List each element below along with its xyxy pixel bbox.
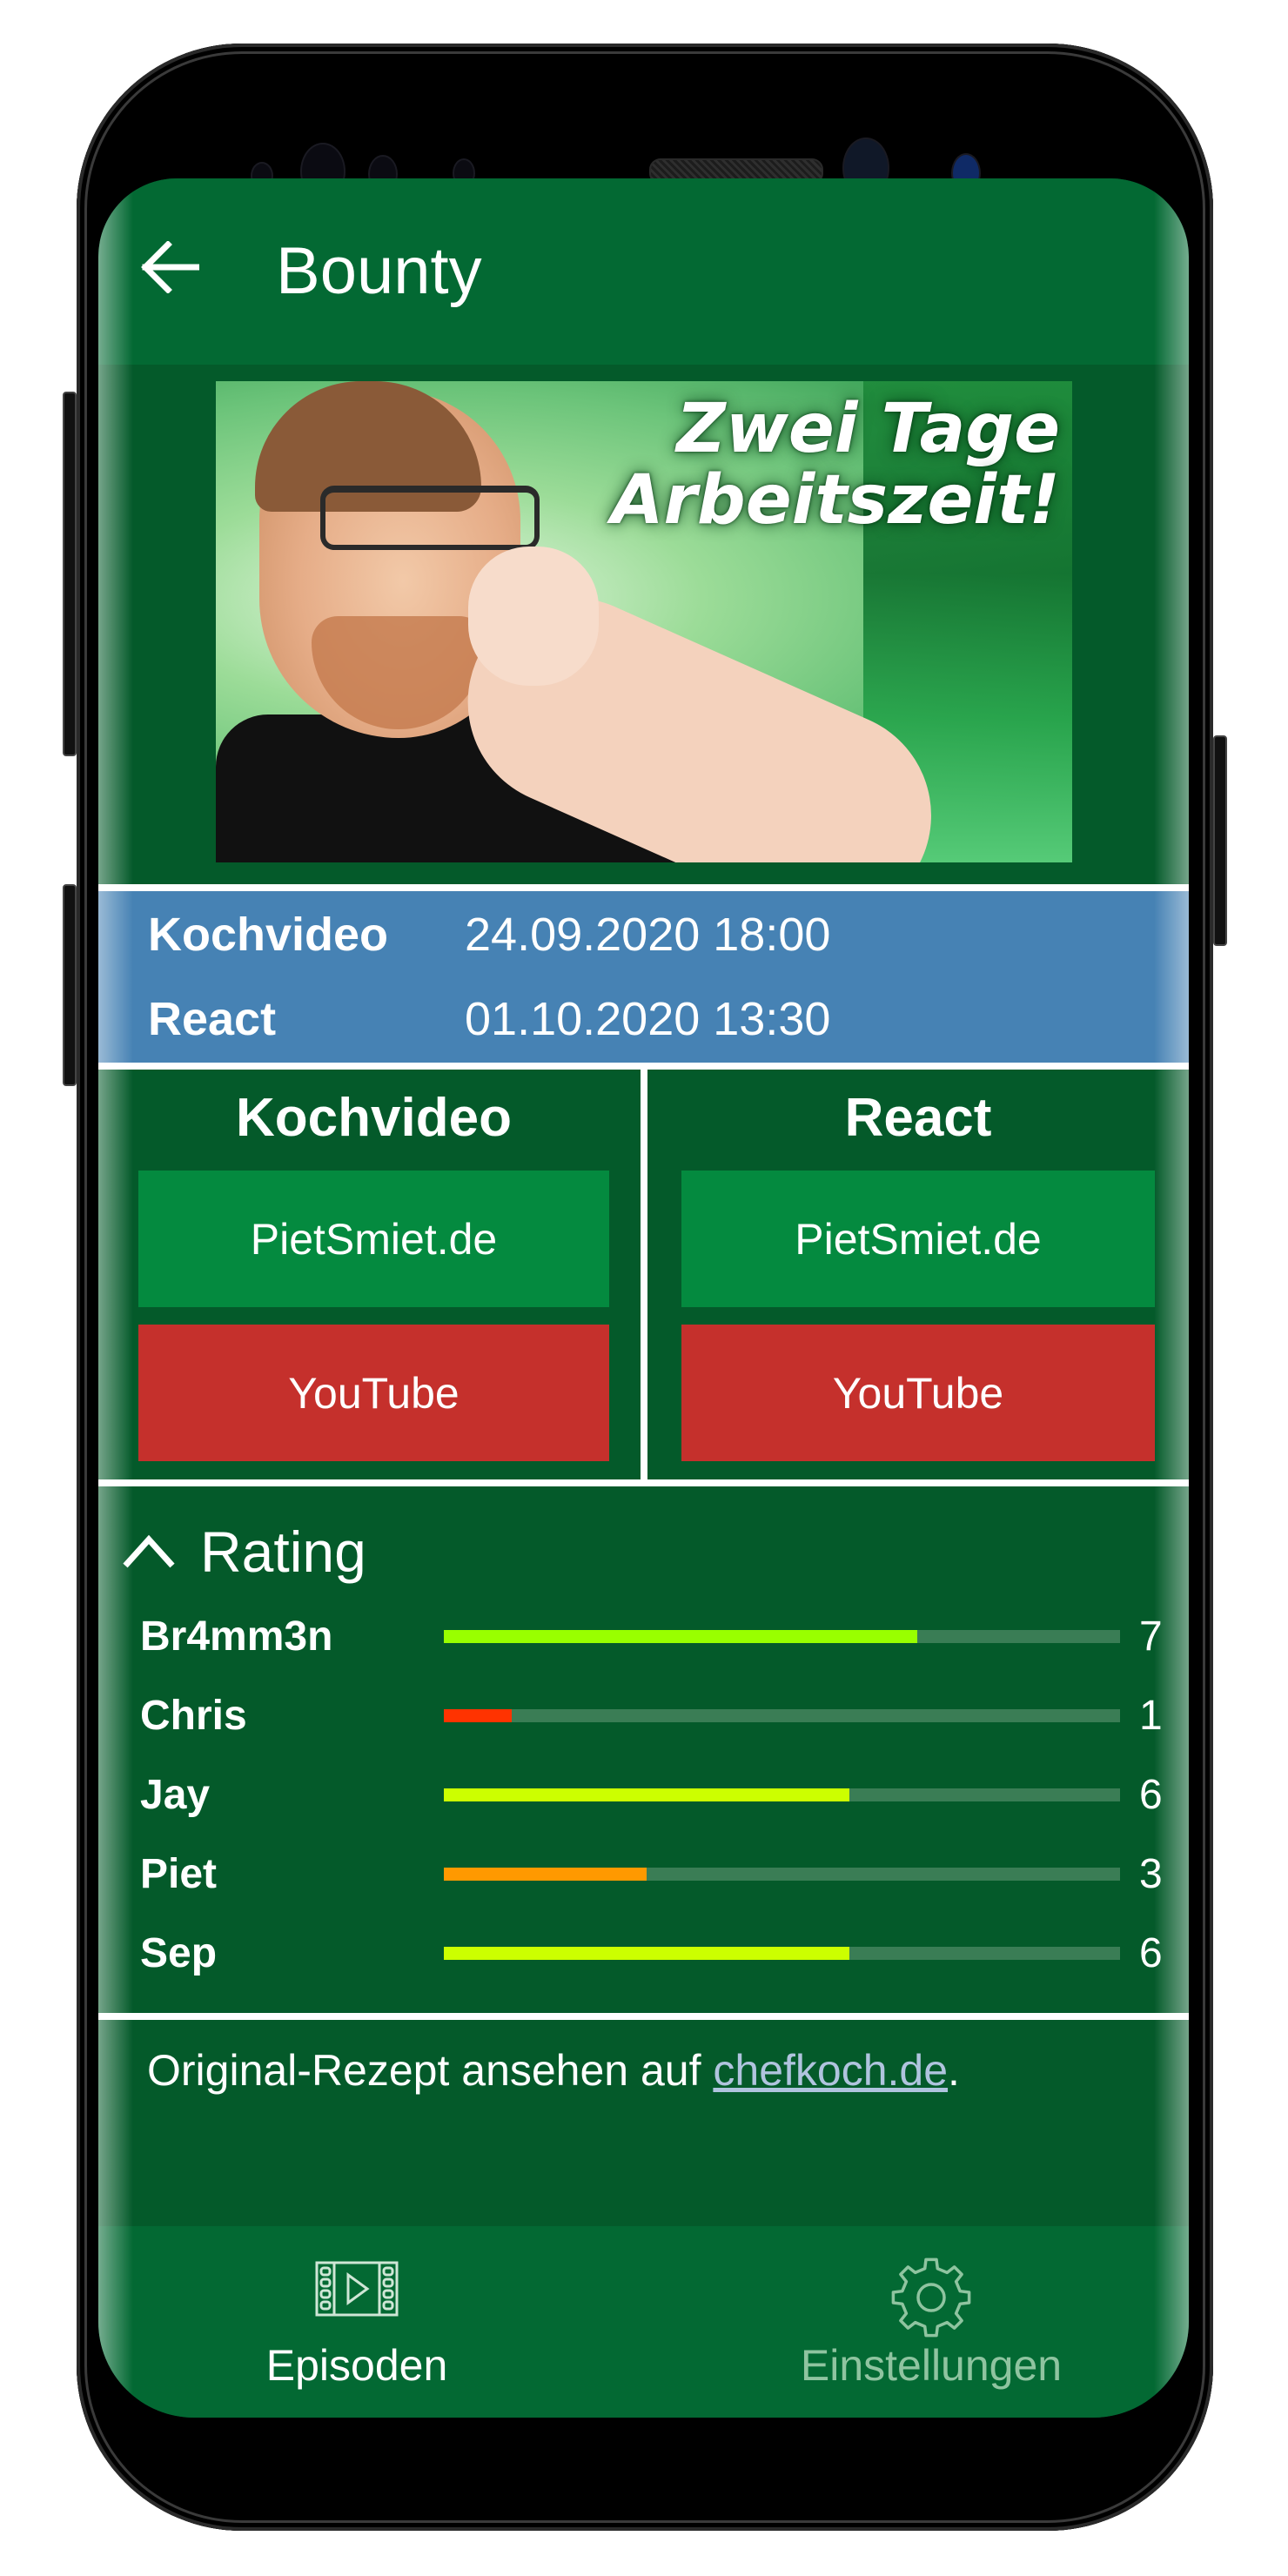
film-play-icon: [315, 2261, 399, 2317]
caption-line-2: Arbeitszeit!: [611, 461, 1060, 540]
app-bar: Bounty: [98, 178, 1189, 365]
rating-bar-fill: [444, 1630, 917, 1643]
chevron-up-icon: [123, 1534, 175, 1568]
schedule-label: React: [148, 993, 277, 1045]
divider: [98, 1479, 1189, 1486]
column-title: React: [844, 1088, 992, 1148]
divider: [98, 1063, 1189, 1070]
column-divider: [641, 1070, 647, 1479]
rating-bar: [444, 1788, 1120, 1801]
arrow-left-icon: [141, 240, 201, 294]
nav-label: Episoden: [265, 2341, 448, 2390]
column-react: React PietSmiet.de YouTube: [681, 1070, 1155, 1479]
rating-value: 1: [1139, 1693, 1163, 1739]
rating-header: Rating: [200, 1519, 366, 1584]
thumbnail-hand: [468, 547, 599, 686]
rating-bar: [444, 1709, 1120, 1722]
rating-value: 6: [1139, 1930, 1163, 1976]
rating-bar: [444, 1947, 1120, 1960]
rater-name: Sep: [140, 1930, 218, 1976]
rating-bar-fill: [444, 1947, 850, 1960]
rater-name: Chris: [140, 1693, 247, 1739]
rating-bar: [444, 1868, 1120, 1881]
rating-bar: [444, 1630, 1120, 1643]
schedule-datetime: 01.10.2020 13:30: [465, 993, 831, 1045]
rating-row: Sep 6: [98, 1928, 1189, 1980]
rater-name: Br4mm3n: [140, 1613, 333, 1660]
rating-row: Jay 6: [98, 1769, 1189, 1821]
thumbnail-caption: Zwei Tage Arbeitszeit!: [611, 393, 1060, 536]
kochvideo-youtube-button[interactable]: YouTube: [138, 1325, 609, 1461]
recipe-note: Original-Rezept ansehen auf chefkoch.de.: [147, 2043, 960, 2098]
power-button: [1213, 735, 1227, 946]
rating-row: Br4mm3n 7: [98, 1611, 1189, 1663]
schedule-datetime: 24.09.2020 18:00: [465, 909, 831, 961]
rating-bar-fill: [444, 1788, 850, 1801]
react-youtube-button[interactable]: YouTube: [681, 1325, 1155, 1461]
caption-line-1: Zwei Tage: [676, 390, 1060, 468]
schedule-label: Kochvideo: [148, 909, 389, 961]
volume-button: [63, 392, 77, 756]
divider: [98, 2013, 1189, 2020]
gear-icon: [891, 2257, 971, 2338]
recipe-suffix: .: [948, 2046, 960, 2095]
rating-row: Piet 3: [98, 1848, 1189, 1901]
rater-name: Jay: [140, 1772, 211, 1818]
rater-name: Piet: [140, 1851, 218, 1897]
schedule-band: Kochvideo 24.09.2020 18:00 React 01.10.2…: [98, 891, 1189, 1063]
bottom-nav: Episoden Einstellungen: [98, 2226, 1189, 2418]
column-kochvideo: Kochvideo PietSmiet.de YouTube: [138, 1070, 609, 1479]
back-button[interactable]: [140, 240, 201, 294]
episode-thumbnail: Zwei Tage Arbeitszeit!: [216, 381, 1072, 862]
rating-row: Chris 1: [98, 1690, 1189, 1742]
kochvideo-pietsmiet-button[interactable]: PietSmiet.de: [138, 1171, 609, 1307]
recipe-prefix: Original-Rezept ansehen auf: [147, 2046, 714, 2095]
rating-value: 7: [1139, 1613, 1163, 1660]
chefkoch-link[interactable]: chefkoch.de: [713, 2046, 948, 2095]
rating-value: 3: [1139, 1851, 1163, 1897]
react-pietsmiet-button[interactable]: PietSmiet.de: [681, 1171, 1155, 1307]
divider: [98, 884, 1189, 891]
nav-episoden[interactable]: Episoden: [174, 2226, 540, 2418]
rating-value: 6: [1139, 1772, 1163, 1818]
page-title: Bounty: [276, 234, 482, 308]
nav-einstellungen[interactable]: Einstellungen: [748, 2226, 1114, 2418]
column-title: Kochvideo: [236, 1088, 512, 1148]
rating-bar-fill: [444, 1868, 647, 1881]
app-screen: Bounty Zwei Tage Arbeitszeit! Kochvideo …: [98, 178, 1189, 2418]
bixby-button: [63, 884, 77, 1086]
thumbnail-glasses: [320, 486, 540, 550]
rating-bar-fill: [444, 1709, 512, 1722]
nav-label: Einstellungen: [800, 2341, 1063, 2390]
